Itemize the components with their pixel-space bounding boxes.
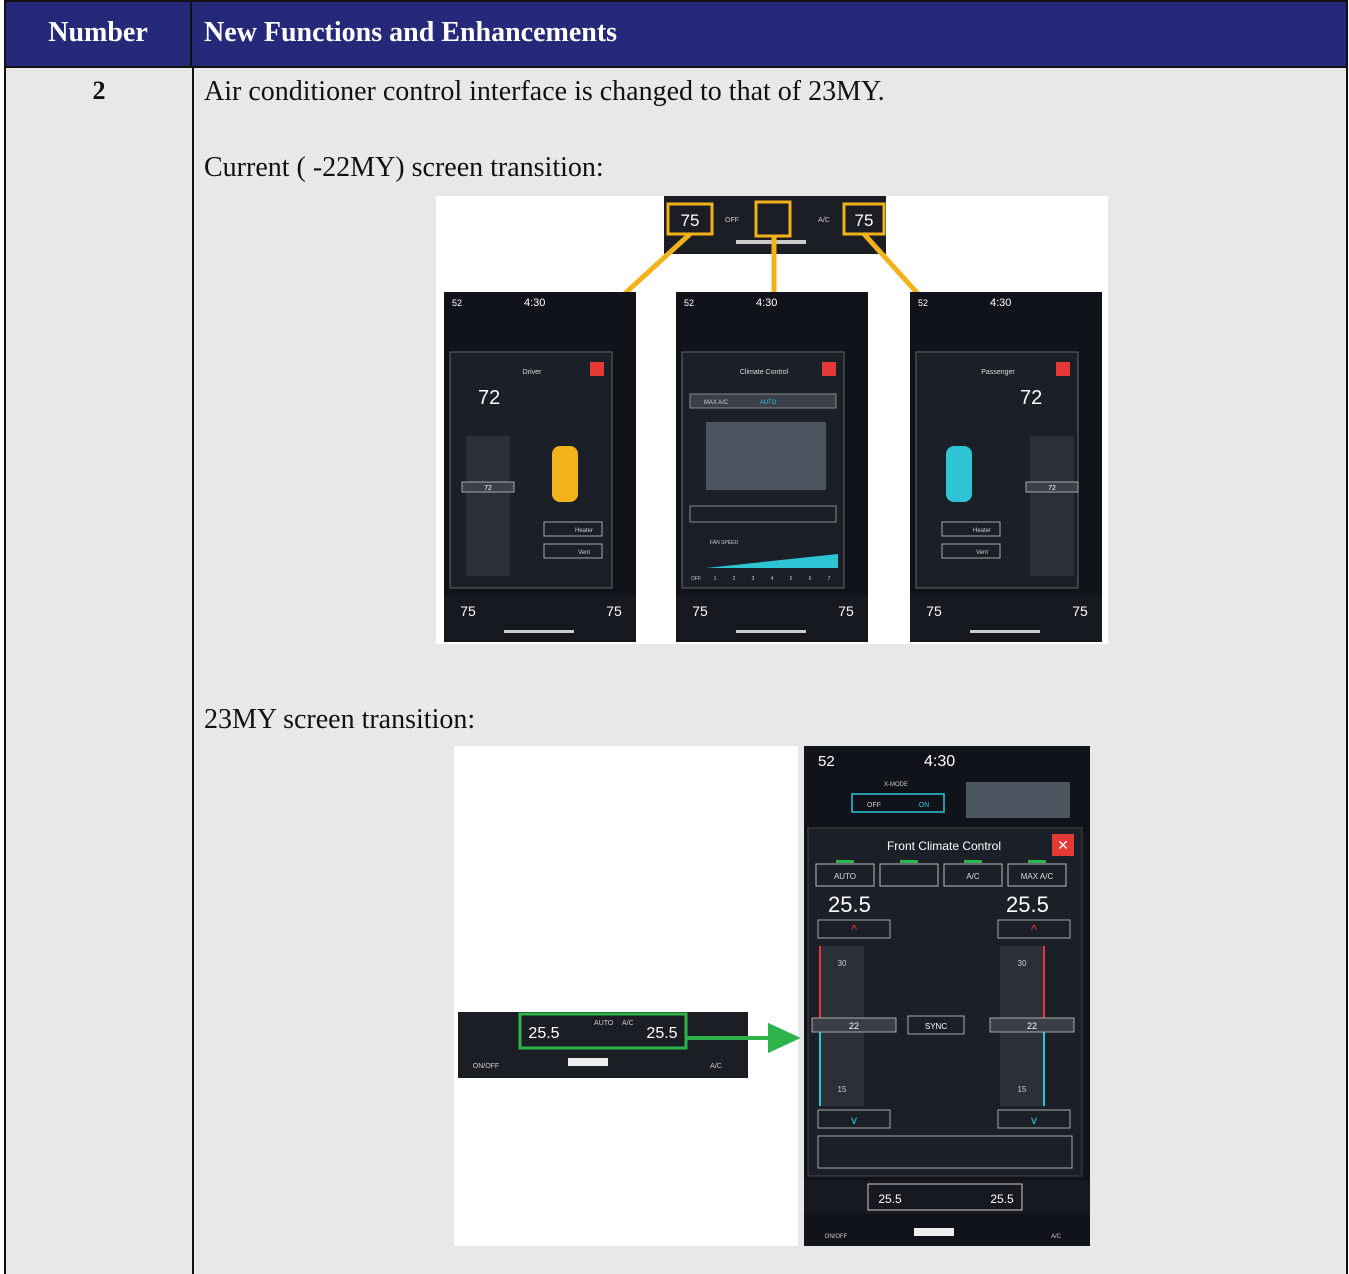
svg-text:Heater: Heater	[575, 528, 593, 534]
header-number: Number	[6, 2, 192, 66]
svg-text:X-MODE: X-MODE	[884, 782, 908, 788]
clock: 4:30	[924, 753, 955, 770]
svg-text:AUTO: AUTO	[760, 400, 777, 406]
chevron-down-icon: v	[1031, 1113, 1037, 1127]
set-temp: 72	[478, 387, 500, 409]
panel-title: Front Climate Control	[887, 839, 1001, 853]
indicator-light	[1028, 860, 1046, 863]
set-temp: 72	[1020, 387, 1042, 409]
chevron-up-icon: ^	[851, 922, 858, 937]
svg-text:7: 7	[828, 576, 831, 582]
svg-text:OFF: OFF	[691, 576, 701, 582]
top-temp-right: 75	[855, 211, 874, 230]
svg-text:A/C: A/C	[622, 1020, 634, 1027]
table-row: 2 Air conditioner control interface is c…	[4, 68, 1348, 1274]
outside-temp: 52	[918, 298, 928, 308]
current-label: Current ( -22MY) screen transition:	[204, 152, 604, 183]
panel-title: Passenger	[981, 369, 1015, 376]
svg-text:OFF: OFF	[725, 217, 739, 224]
current-transition-figure: 75 75 OFF A/C 52 4:30Driver7272HeaterVent…	[436, 196, 1108, 644]
bar-temp-left: 25.5	[528, 1025, 559, 1042]
svg-text:ON: ON	[919, 802, 930, 809]
svg-text:25.5: 25.5	[878, 1192, 902, 1206]
svg-text:6: 6	[809, 576, 812, 582]
clock: 4:30	[524, 297, 545, 309]
slider-value: 72	[484, 485, 492, 492]
svg-text:AUTO: AUTO	[594, 1020, 614, 1027]
sync-button: SYNC	[925, 1022, 947, 1031]
clock: 4:30	[756, 297, 777, 309]
mode-button-label: AUTO	[834, 872, 856, 881]
clock: 4:30	[990, 297, 1011, 309]
close-icon	[822, 362, 836, 376]
svg-text:75: 75	[838, 603, 854, 619]
table-header: Number New Functions and Enhancements	[4, 0, 1348, 68]
svg-text:4: 4	[771, 576, 774, 582]
close-icon: ✕	[1057, 837, 1069, 853]
svg-text:A/C: A/C	[710, 1063, 722, 1070]
bar-temp-right: 25.5	[646, 1025, 677, 1042]
svg-text:OFF: OFF	[867, 802, 881, 809]
svg-text:A/C: A/C	[818, 217, 830, 224]
outside-temp: 52	[452, 298, 462, 308]
mode-button-label: A/C	[966, 872, 980, 881]
svg-text:ON/OFF: ON/OFF	[473, 1063, 499, 1070]
header-functions: New Functions and Enhancements	[204, 17, 618, 48]
seat-icon	[946, 446, 972, 502]
svg-text:75: 75	[1072, 603, 1088, 619]
svg-text:30: 30	[838, 959, 847, 968]
chevron-up-icon: ^	[1031, 922, 1038, 937]
outside-temp: 52	[818, 753, 835, 770]
indicator-light	[964, 860, 982, 863]
front-climate-screen: 52 4:30 X-MODE OFF ON Front Climate Cont…	[804, 746, 1090, 1246]
panel-title: Climate Control	[740, 369, 789, 376]
close-icon	[590, 362, 604, 376]
svg-text:ON/OFF: ON/OFF	[825, 1234, 848, 1240]
feature-table: Number New Functions and Enhancements 2 …	[4, 0, 1348, 1274]
row-number: 2	[92, 76, 106, 105]
svg-text:5: 5	[790, 576, 793, 582]
climate-bar-23my: 25.5 25.5 AUTO A/C ON/OFF A/C	[458, 1012, 748, 1078]
panel-temp-right: 25.5	[1006, 892, 1049, 917]
close-icon	[1056, 362, 1070, 376]
cabin-graphic	[706, 422, 826, 490]
row-description: Air conditioner control interface is cha…	[204, 76, 885, 107]
svg-text:22: 22	[1027, 1021, 1037, 1031]
svg-text:75: 75	[692, 603, 708, 619]
svg-text:75: 75	[460, 603, 476, 619]
svg-text:2: 2	[733, 576, 736, 582]
svg-text:FAN SPEED: FAN SPEED	[710, 540, 738, 546]
temp-slider	[466, 436, 510, 576]
indicator-light	[900, 860, 918, 863]
new-transition-figure: 25.5 25.5 AUTO A/C ON/OFF A/C 52 4:30 X-…	[454, 746, 1090, 1246]
svg-text:75: 75	[606, 603, 622, 619]
svg-text:3: 3	[752, 576, 755, 582]
svg-text:22: 22	[849, 1021, 859, 1031]
column-divider	[192, 68, 194, 1274]
mode-button-label: MAX A/C	[1021, 872, 1054, 881]
slider-value: 72	[1048, 485, 1056, 492]
svg-text:A/C: A/C	[1051, 1234, 1062, 1240]
svg-text:25.5: 25.5	[990, 1192, 1014, 1206]
panel-temp-left: 25.5	[828, 892, 871, 917]
panel-title: Driver	[523, 369, 542, 376]
chevron-down-icon: v	[851, 1113, 857, 1127]
svg-text:75: 75	[926, 603, 942, 619]
svg-text:Vent: Vent	[578, 550, 590, 556]
svg-text:Heater: Heater	[973, 528, 991, 534]
temp-slider	[1030, 436, 1074, 576]
seat-icon	[552, 446, 578, 502]
top-temp-left: 75	[681, 211, 700, 230]
svg-text:30: 30	[1018, 959, 1027, 968]
svg-text:15: 15	[1018, 1085, 1027, 1094]
indicator-light	[836, 860, 854, 863]
svg-text:Vent: Vent	[976, 550, 988, 556]
svg-text:1: 1	[714, 576, 717, 582]
svg-text:15: 15	[838, 1085, 847, 1094]
svg-text:MAX A/C: MAX A/C	[704, 400, 729, 406]
new-label: 23MY screen transition:	[204, 704, 476, 735]
outside-temp: 52	[684, 298, 694, 308]
